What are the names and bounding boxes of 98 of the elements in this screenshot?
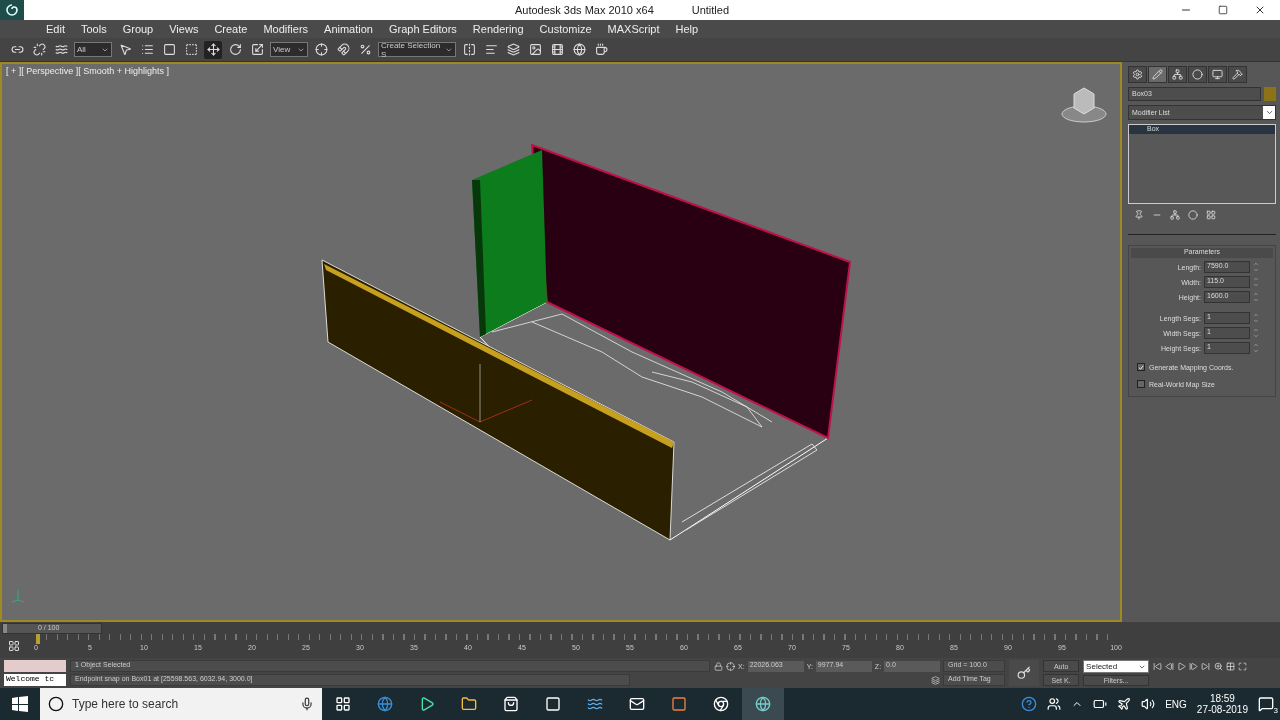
pivot-icon[interactable] xyxy=(314,43,328,56)
link-icon[interactable] xyxy=(10,43,24,56)
maxscript-listener-field[interactable] xyxy=(4,660,66,672)
menu-item[interactable]: Views xyxy=(161,23,207,35)
menu-item[interactable]: Tools xyxy=(72,23,115,35)
fork-icon[interactable] xyxy=(1170,210,1180,220)
menu-item[interactable]: Graph Editors xyxy=(380,23,465,35)
dashed-square-icon[interactable] xyxy=(184,43,198,56)
maximize-viewport-icon[interactable] xyxy=(1238,661,1248,671)
menu-item[interactable]: Modifiers xyxy=(255,23,317,35)
maxscript-output-field[interactable]: Welcome tc xyxy=(4,674,66,686)
axis-tripod-icon xyxy=(10,588,26,604)
align-icon[interactable] xyxy=(484,43,498,56)
menu-item[interactable]: Customize xyxy=(531,23,600,35)
command-panel-tab[interactable] xyxy=(1128,66,1147,83)
taskbar-clock[interactable]: 18:59 27-08-2019 xyxy=(1196,693,1248,715)
checkbox[interactable] xyxy=(1137,380,1145,388)
gear-icon[interactable] xyxy=(1132,69,1143,80)
image-icon[interactable] xyxy=(528,43,542,56)
menu-item[interactable]: Help xyxy=(667,23,707,35)
maximize-icon[interactable] xyxy=(1218,5,1228,15)
menu-item[interactable]: Animation xyxy=(316,23,381,35)
help-icon[interactable] xyxy=(1021,696,1038,712)
key-icon[interactable] xyxy=(1017,666,1032,680)
command-panel-tab[interactable] xyxy=(1148,66,1167,83)
named-selection-dropdown[interactable]: Create Selection S xyxy=(378,42,456,57)
app-title: Autodesk 3ds Max 2010 x64 xyxy=(514,4,654,16)
go-to-start-icon[interactable] xyxy=(1153,661,1163,671)
menu-item[interactable]: MAXScript xyxy=(599,23,668,35)
layers-icon[interactable] xyxy=(506,43,520,56)
lock-icon[interactable] xyxy=(714,661,723,671)
film-icon[interactable] xyxy=(550,43,564,56)
play-icon[interactable] xyxy=(1177,661,1187,671)
select-icon[interactable] xyxy=(118,43,132,56)
windows-logo-icon[interactable] xyxy=(12,696,28,712)
dropdown-caret-icon[interactable] xyxy=(1263,106,1275,119)
command-panel-tab[interactable] xyxy=(1168,66,1187,83)
checkbox[interactable] xyxy=(1137,363,1145,371)
hierarchy-icon[interactable] xyxy=(1172,69,1183,80)
zoom-icon[interactable] xyxy=(1214,661,1224,671)
wave-icon[interactable] xyxy=(54,43,68,56)
notification-count: 3 xyxy=(1273,706,1278,715)
command-panel-tab[interactable] xyxy=(1188,66,1207,83)
folder-icon[interactable] xyxy=(461,696,477,712)
grid-icon[interactable] xyxy=(1226,661,1236,671)
app-logo[interactable] xyxy=(0,0,24,20)
assistant-circle-icon[interactable] xyxy=(48,696,64,712)
command-panel-tab[interactable] xyxy=(1208,66,1227,83)
perspective-viewport[interactable]: [ + ][ Perspective ][ Smooth + Highlights ] xyxy=(0,62,1122,622)
reference-coordinate-dropdown[interactable]: View xyxy=(270,42,308,57)
microphone-icon[interactable] xyxy=(300,697,314,711)
notifications-icon[interactable] xyxy=(1258,696,1274,712)
pencil-icon[interactable] xyxy=(1152,69,1163,80)
object-color-swatch[interactable] xyxy=(1264,87,1276,101)
hammer-icon[interactable] xyxy=(1232,69,1243,80)
list-icon[interactable] xyxy=(140,43,154,56)
store-icon[interactable] xyxy=(503,696,519,712)
unlink-icon[interactable] xyxy=(32,43,46,56)
next-frame-icon[interactable] xyxy=(1189,661,1199,671)
menu-item[interactable]: Rendering xyxy=(464,23,532,35)
time-slider-thumb[interactable] xyxy=(3,623,7,633)
go-to-end-icon[interactable] xyxy=(1201,661,1211,671)
swirl-icon xyxy=(5,3,19,17)
mirror-icon[interactable] xyxy=(462,43,476,56)
document-title: Untitled xyxy=(691,4,730,16)
close-icon[interactable] xyxy=(1254,4,1266,16)
language-indicator[interactable]: ENG xyxy=(1165,698,1187,710)
viewport-label[interactable]: [ + ][ Perspective ][ Smooth + Highlights ] xyxy=(6,66,170,76)
caret-icon[interactable] xyxy=(445,45,453,54)
pin-icon[interactable] xyxy=(1134,210,1144,220)
globe-icon[interactable] xyxy=(572,43,586,56)
people-icon[interactable] xyxy=(1047,697,1062,711)
airplane-icon[interactable] xyxy=(1117,697,1132,711)
set-key-button[interactable] xyxy=(1009,660,1040,686)
chrome-icon[interactable] xyxy=(713,696,729,712)
absolute-mode-icon[interactable] xyxy=(726,661,735,671)
key-filter-dropdown[interactable]: Selected xyxy=(1083,660,1150,674)
menu-item[interactable]: Edit xyxy=(38,23,73,35)
menu-item[interactable]: Create xyxy=(206,23,256,35)
square-icon[interactable] xyxy=(162,43,176,56)
task-view-icon[interactable] xyxy=(335,696,351,712)
volume-icon[interactable] xyxy=(1141,697,1156,711)
percent-icon[interactable] xyxy=(358,43,372,56)
previous-frame-icon[interactable] xyxy=(1165,661,1175,671)
scale-icon[interactable] xyxy=(250,43,264,56)
selection-filter-dropdown[interactable]: All xyxy=(74,42,112,57)
monitor-icon[interactable] xyxy=(1212,69,1223,80)
battery-icon[interactable] xyxy=(1093,697,1108,711)
rotate-icon[interactable] xyxy=(228,43,242,56)
move-icon[interactable] xyxy=(206,43,220,56)
circle-icon[interactable] xyxy=(1192,69,1203,80)
magnet-icon[interactable] xyxy=(336,43,350,56)
command-panel-tab[interactable] xyxy=(1228,66,1247,83)
browser-icon[interactable] xyxy=(377,696,393,712)
taskbar-search-field[interactable]: Type here to search xyxy=(40,688,322,720)
grid-icon[interactable] xyxy=(1206,210,1216,220)
mail-icon[interactable] xyxy=(629,696,645,712)
menu-item[interactable]: Group xyxy=(114,23,162,35)
